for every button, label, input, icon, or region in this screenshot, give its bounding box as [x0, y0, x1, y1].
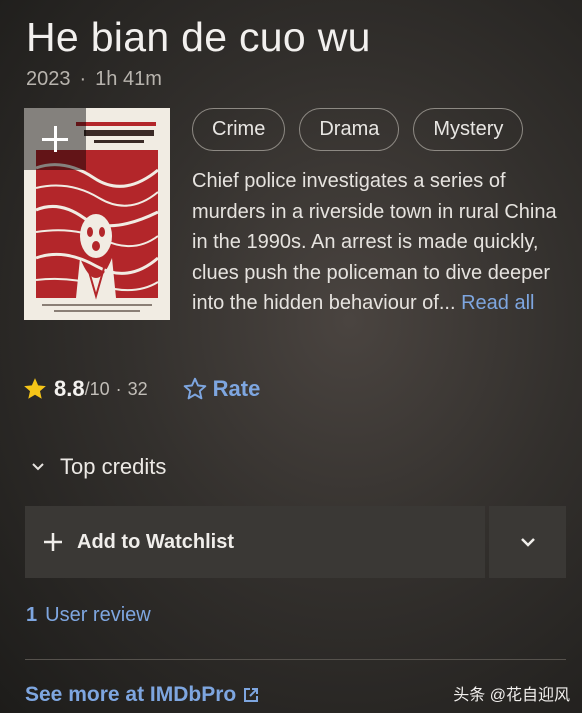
- rating-out-of: /10: [84, 378, 110, 399]
- add-to-watchlist-button[interactable]: Add to Watchlist: [25, 506, 485, 578]
- genre-chip-mystery[interactable]: Mystery: [413, 108, 524, 151]
- plus-icon: [44, 533, 62, 551]
- meta-separator: ·: [79, 68, 87, 90]
- chevron-down-icon: [32, 463, 44, 471]
- imdbpro-label: See more at IMDbPro: [25, 683, 237, 706]
- movie-title: He bian de cuo wu: [26, 14, 371, 60]
- divider: [25, 659, 566, 660]
- add-to-watchlist-plus-icon[interactable]: [24, 108, 86, 170]
- external-link-icon: [244, 688, 259, 702]
- runtime: 1h 41m: [95, 68, 162, 90]
- rate-label: Rate: [212, 376, 261, 401]
- rating-votes: 32: [127, 378, 148, 399]
- top-credits-label: Top credits: [60, 454, 167, 479]
- review-count: 1: [26, 604, 38, 626]
- plot-summary: Chief police investigates a series of mu…: [192, 166, 564, 319]
- star-icon: [24, 378, 46, 399]
- star-outline-icon: [183, 377, 206, 400]
- genre-chip-crime[interactable]: Crime: [192, 108, 286, 151]
- genre-chip-drama[interactable]: Drama: [299, 108, 400, 151]
- movie-meta: 2023 · 1h 41m: [26, 68, 162, 91]
- user-reviews-link[interactable]: 1 User review: [26, 604, 151, 627]
- chevron-down-icon: [520, 538, 535, 547]
- watermark: 头条 @花自迎风: [453, 687, 570, 704]
- top-credits-toggle[interactable]: Top credits: [30, 454, 166, 480]
- release-year: 2023: [26, 68, 71, 90]
- rating-score: 8.8: [54, 376, 85, 401]
- rating-separator: ·: [115, 378, 122, 399]
- movie-poster[interactable]: [24, 108, 170, 320]
- imdbpro-link[interactable]: See more at IMDbPro: [25, 683, 260, 707]
- watchlist-label: Add to Watchlist: [77, 530, 235, 553]
- review-label: User review: [45, 604, 151, 626]
- genre-chips: Crime Drama Mystery: [192, 108, 524, 151]
- rate-button[interactable]: Rate: [182, 376, 261, 402]
- read-all-link[interactable]: Read all: [461, 292, 534, 314]
- watchlist-options-button[interactable]: [489, 506, 566, 578]
- rating-row: 8.8 /10 · 32 Rate: [22, 376, 260, 402]
